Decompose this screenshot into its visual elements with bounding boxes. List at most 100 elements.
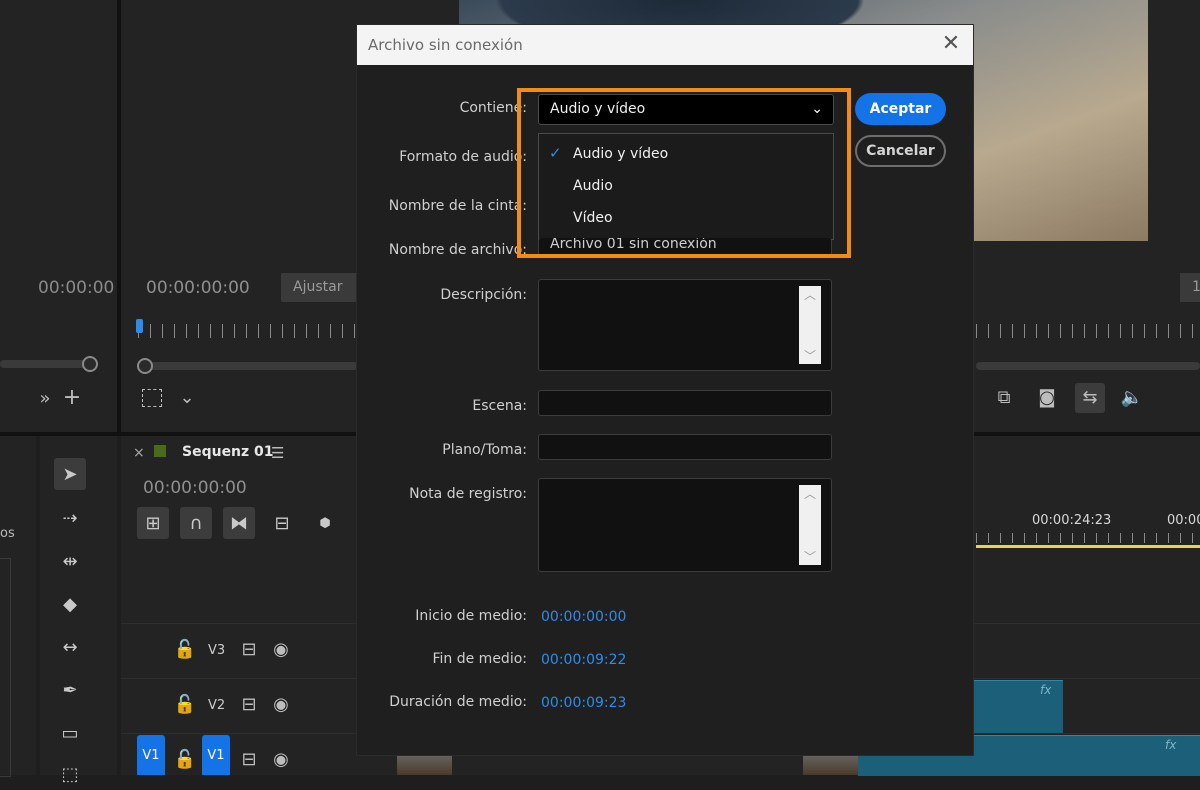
ruler-time-label-2: 00:00	[1167, 513, 1200, 528]
scroll-up-icon[interactable]: ︿	[799, 485, 821, 502]
program-timecode: 00:00:00:00	[146, 278, 250, 298]
razor-tool-icon[interactable]: ◆	[54, 588, 86, 620]
sync-lock-icon[interactable]: ⊟	[240, 641, 258, 659]
track-select-tool-icon[interactable]: ⇢	[54, 502, 86, 534]
log-note-textarea[interactable]: ︿ ﹀	[538, 478, 832, 572]
selection-tool-icon[interactable]: ➤	[54, 458, 86, 490]
source-patch-v1[interactable]: V1	[137, 735, 165, 775]
timeline-timecode[interactable]: 00:00:00:00	[143, 478, 247, 498]
program-zoom-knob[interactable]	[137, 358, 153, 374]
program-zoom-bar[interactable]	[138, 362, 358, 370]
description-textarea[interactable]: ︿ ﹀	[538, 279, 832, 371]
rectangle-tool-icon[interactable]: ▭	[54, 717, 86, 749]
work-area-bar[interactable]	[976, 545, 1200, 548]
nest-toggle-icon[interactable]: ⊞	[137, 507, 169, 539]
track-label-v2: V2	[208, 698, 226, 713]
dropdown-option-audio[interactable]: Audio	[573, 178, 613, 194]
ripple-edit-tool-icon[interactable]: ⇹	[54, 545, 86, 577]
media-end-label: Fin de medio:	[432, 651, 527, 667]
project-panel-text-fragment: os	[0, 526, 15, 541]
eye-icon[interactable]: ◉	[271, 641, 291, 659]
contains-select[interactable]: Audio y vídeo ⌄	[538, 94, 834, 125]
description-label: Descripción:	[440, 287, 527, 303]
snap-magnet-icon[interactable]: ∩	[180, 507, 212, 539]
contains-dropdown-list: ✓ Audio y vídeo Audio Vídeo	[538, 133, 834, 240]
safe-margins-icon[interactable]	[142, 389, 162, 407]
lock-icon[interactable]: 🔓	[174, 751, 196, 769]
scene-label: Escena:	[472, 398, 527, 414]
contains-selected-value: Audio y vídeo	[550, 101, 646, 117]
project-panel-inner-box	[0, 558, 11, 777]
file-name-label: Nombre de archivo:	[388, 242, 527, 258]
source-timecode: 00:00:00	[38, 278, 115, 298]
media-duration-label: Duración de medio:	[389, 694, 527, 710]
timeline-settings-icon[interactable]: ⬢	[309, 507, 341, 539]
scroll-up-icon[interactable]: ︿	[799, 286, 821, 303]
file-name-input[interactable]: Archivo 01 sin conexión	[538, 238, 832, 258]
linked-selection-icon[interactable]: ⧓	[223, 507, 255, 539]
shot-input[interactable]	[538, 434, 832, 460]
cancel-button[interactable]: Cancelar	[855, 135, 946, 167]
track-label-v3: V3	[208, 643, 226, 658]
accept-button[interactable]: Aceptar	[855, 93, 946, 125]
tape-name-label: Nombre de la cinta:	[388, 198, 527, 214]
program-zoom-bar-right[interactable]	[976, 362, 1200, 370]
shot-label: Plano/Toma:	[442, 442, 527, 458]
audio-format-label: Formato de audio:	[399, 149, 527, 165]
eye-icon[interactable]: ◉	[271, 751, 291, 769]
hamburger-menu-icon[interactable]: ☰	[271, 444, 284, 462]
eye-icon[interactable]: ◉	[271, 696, 291, 714]
hand-tool-icon[interactable]: ⬚	[54, 758, 86, 790]
sequence-tab-title[interactable]: Sequenz 01	[182, 444, 274, 460]
dropdown-option-video[interactable]: Vídeo	[573, 210, 613, 226]
resolution-dropdown[interactable]: 1	[1180, 273, 1200, 302]
close-icon[interactable]: ✕	[939, 32, 963, 56]
description-scrollbar[interactable]: ︿ ﹀	[799, 286, 821, 364]
fx-badge: fx	[1040, 683, 1052, 697]
offline-file-dialog: Archivo sin conexión ✕ Contiene: Audio y…	[357, 25, 973, 755]
add-marker-icon[interactable]: ⊟	[266, 507, 298, 539]
source-zoom-knob[interactable]	[82, 356, 98, 372]
fit-dropdown[interactable]: Ajustar	[281, 273, 357, 302]
scene-input[interactable]	[538, 390, 832, 416]
speaker-icon[interactable]: 🔈	[1120, 388, 1144, 408]
compare-view-icon[interactable]: ⇆	[1075, 383, 1105, 413]
slip-tool-icon[interactable]: ↔	[54, 631, 86, 663]
media-duration-value[interactable]: 00:00:09:23	[541, 695, 626, 711]
scroll-down-icon[interactable]: ﹀	[799, 548, 821, 565]
chevron-down-icon[interactable]: ⌄	[178, 389, 196, 407]
scroll-down-icon[interactable]: ﹀	[799, 347, 821, 364]
check-icon: ✓	[549, 144, 562, 162]
double-chevron-right-icon[interactable]: »	[36, 390, 54, 408]
playhead-marker[interactable]	[136, 319, 143, 333]
sync-lock-icon[interactable]: ⊟	[240, 696, 258, 714]
lock-icon[interactable]: 🔓	[174, 696, 196, 714]
sequence-color-swatch	[154, 445, 166, 457]
media-end-value[interactable]: 00:00:09:22	[541, 652, 626, 668]
fx-badge: fx	[1165, 738, 1177, 752]
dialog-title: Archivo sin conexión	[368, 36, 523, 54]
program-time-ruler-right[interactable]	[976, 324, 1200, 338]
contains-label: Contiene:	[459, 100, 527, 116]
clip-thumbnail	[397, 752, 452, 775]
plus-icon[interactable]: +	[62, 387, 82, 409]
program-time-ruler[interactable]	[138, 324, 356, 338]
log-note-label: Nota de registro:	[409, 486, 527, 502]
camera-icon[interactable]: ◙	[1036, 388, 1058, 408]
lock-icon[interactable]: 🔓	[174, 641, 196, 659]
dialog-title-bar: Archivo sin conexión ✕	[357, 25, 973, 65]
media-start-label: Inicio de medio:	[415, 608, 527, 624]
dropdown-option-audio-video[interactable]: Audio y vídeo	[573, 146, 668, 162]
pen-tool-icon[interactable]: ✒	[54, 674, 86, 706]
ruler-time-label-1: 00:00:24:23	[1032, 513, 1112, 528]
track-target-v1[interactable]: V1	[202, 735, 230, 775]
file-name-value: Archivo 01 sin conexión	[550, 238, 717, 252]
sync-lock-icon[interactable]: ⊟	[240, 751, 258, 769]
media-start-value[interactable]: 00:00:00:00	[541, 609, 626, 625]
log-note-scrollbar[interactable]: ︿ ﹀	[799, 485, 821, 565]
timeline-ruler[interactable]	[976, 533, 1200, 543]
close-tab-icon[interactable]: ×	[133, 445, 145, 461]
chevron-down-icon: ⌄	[811, 101, 823, 117]
export-frame-icon[interactable]: ⧉	[990, 388, 1018, 408]
clip-thumbnail	[803, 752, 858, 775]
